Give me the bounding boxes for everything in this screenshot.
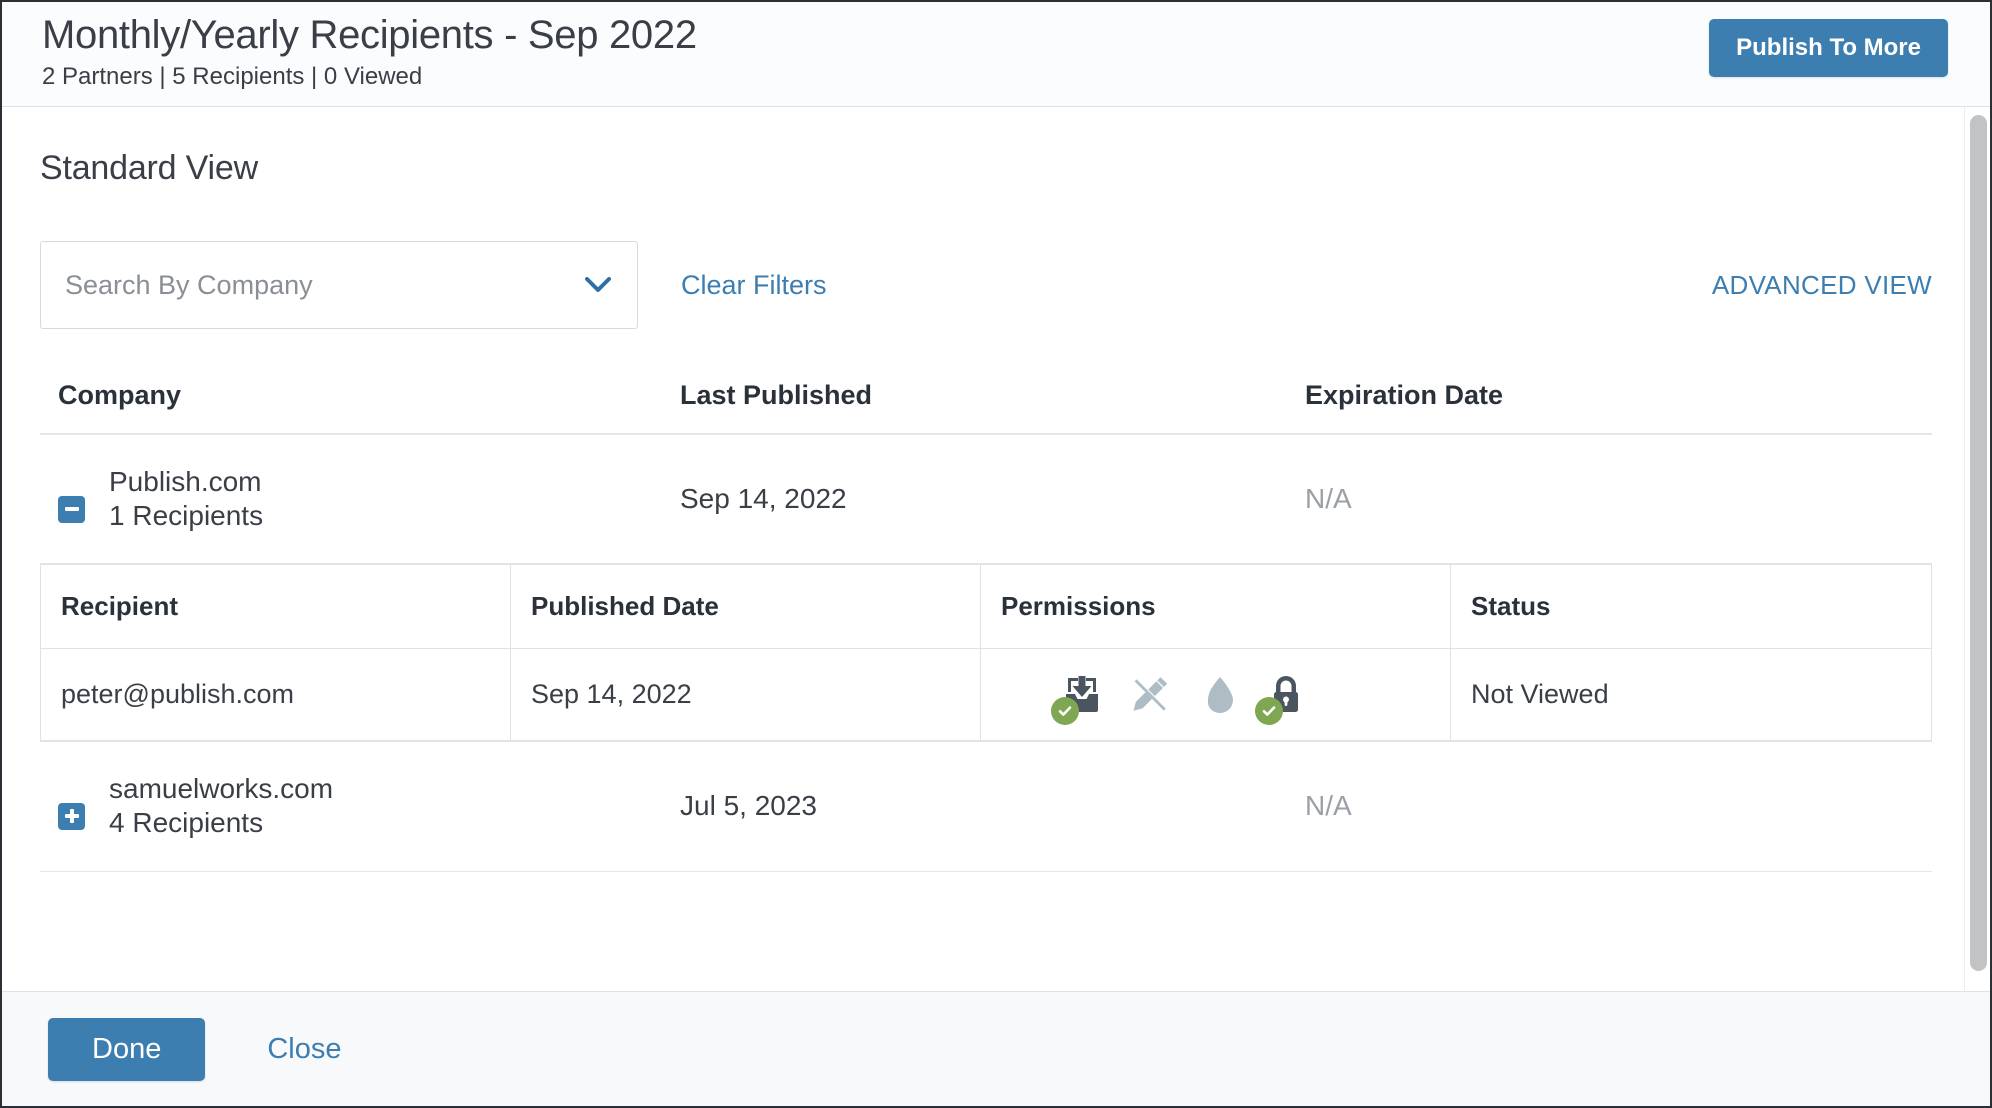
recipient-email: peter@publish.com xyxy=(40,648,511,741)
lock-icon[interactable] xyxy=(1255,672,1309,725)
table-bottom-spacer xyxy=(40,872,1932,924)
page-title: Monthly/Yearly Recipients - Sep 2022 xyxy=(42,13,697,57)
company-last-published: Jul 5, 2023 xyxy=(680,741,1305,872)
watermark-icon[interactable] xyxy=(1195,672,1241,718)
recipients-table-body: peter@publish.com Sep 14, 2022 Not Viewe… xyxy=(40,648,1932,741)
recipient-permissions-cell xyxy=(980,648,1451,741)
plus-square-icon[interactable] xyxy=(58,802,85,830)
section-title: Standard View xyxy=(40,149,258,187)
filter-row: Search By Company Clear Filters ADVANCED… xyxy=(40,240,1932,330)
chevron-down-icon[interactable] xyxy=(585,272,611,298)
column-header-last-published: Last Published xyxy=(680,362,1305,435)
company-cell: samuelworks.com 4 Recipients xyxy=(40,741,680,872)
column-header-permissions: Permissions xyxy=(980,564,1451,650)
minus-square-icon[interactable] xyxy=(58,495,85,523)
content-scrollbar-track[interactable] xyxy=(1964,107,1990,991)
nested-recipients-row: Recipient Published Date Permissions Sta… xyxy=(40,563,1932,743)
header-summary: 2 Partners | 5 Recipients | 0 Viewed xyxy=(42,63,423,90)
company-table-head: Company Last Published Expiration Date xyxy=(40,362,1932,435)
column-header-published-date: Published Date xyxy=(510,564,981,650)
advanced-view-link[interactable]: ADVANCED VIEW xyxy=(1712,270,1932,301)
nested-recipients-cell: Recipient Published Date Permissions Sta… xyxy=(40,563,1932,743)
company-name: samuelworks.com xyxy=(109,773,334,805)
recipient-status: Not Viewed xyxy=(1471,679,1609,710)
column-header-recipient: Recipient xyxy=(40,564,511,650)
recipients-table-head: Recipient Published Date Permissions Sta… xyxy=(40,564,1932,650)
done-button[interactable]: Done xyxy=(48,1017,206,1081)
table-row[interactable]: peter@publish.com Sep 14, 2022 Not Viewe… xyxy=(40,648,1932,741)
company-name: Publish.com xyxy=(109,466,262,497)
company-expiration-date: N/A xyxy=(1305,741,1932,872)
enabled-check-badge xyxy=(1051,696,1079,725)
company-name-block: samuelworks.com 4 Recipients xyxy=(109,772,333,840)
enabled-check-badge xyxy=(1255,696,1283,725)
company-table-header-row: Company Last Published Expiration Date xyxy=(40,362,1932,435)
search-input-placeholder: Search By Company xyxy=(65,269,313,300)
company-table-body: Publish.com 1 Recipients Sep 14, 2022 N/… xyxy=(40,434,1932,872)
close-link[interactable]: Close xyxy=(267,1033,341,1066)
clear-filters-link[interactable]: Clear Filters xyxy=(681,270,827,301)
column-header-company: Company xyxy=(40,362,680,435)
company-last-published: Sep 14, 2022 xyxy=(680,434,1305,565)
company-name-block: Publish.com 1 Recipients xyxy=(109,465,263,533)
company-expiration-date: N/A xyxy=(1305,434,1932,565)
recipient-published-date: Sep 14, 2022 xyxy=(510,648,981,741)
publish-to-more-button[interactable]: Publish To More xyxy=(1709,19,1948,77)
company-table: Company Last Published Expiration Date P… xyxy=(40,362,1932,872)
recipients-table-header-row: Recipient Published Date Permissions Sta… xyxy=(40,564,1932,650)
table-row[interactable]: Publish.com 1 Recipients Sep 14, 2022 N/… xyxy=(40,434,1932,565)
company-recipients-count: 1 Recipients xyxy=(109,500,264,532)
recipients-table: Recipient Published Date Permissions Sta… xyxy=(40,564,1932,742)
company-recipients-count: 4 Recipients xyxy=(109,807,264,839)
modal-body: Standard View Search By Company Clear Fi… xyxy=(2,107,1990,991)
company-cell: Publish.com 1 Recipients xyxy=(40,434,680,565)
column-header-status: Status xyxy=(1450,564,1932,650)
markup-icon[interactable] xyxy=(1127,672,1173,718)
table-row[interactable]: samuelworks.com 4 Recipients Jul 5, 2023… xyxy=(40,741,1932,872)
modal-footer: Done Close xyxy=(2,991,1990,1106)
search-by-company-select[interactable]: Search By Company xyxy=(40,241,638,329)
download-icon[interactable] xyxy=(1051,672,1105,725)
column-header-expiration: Expiration Date xyxy=(1305,362,1932,435)
recipients-modal: Monthly/Yearly Recipients - Sep 2022 2 P… xyxy=(0,0,1992,1108)
modal-header: Monthly/Yearly Recipients - Sep 2022 2 P… xyxy=(2,2,1990,107)
content-scrollbar-thumb[interactable] xyxy=(1970,115,1987,971)
